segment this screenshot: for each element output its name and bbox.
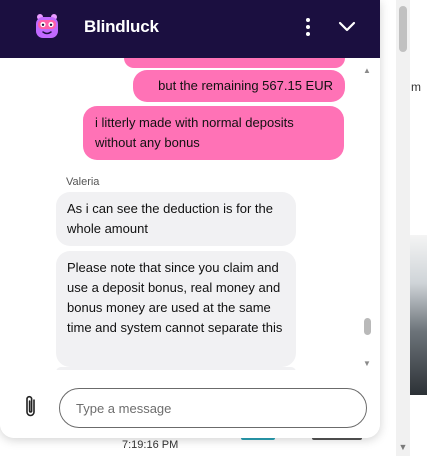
background-text: m bbox=[411, 80, 421, 94]
brand-name: Blindluck bbox=[84, 17, 159, 36]
chat-scroll-down-arrow[interactable]: ▼ bbox=[361, 359, 373, 369]
paperclip-icon[interactable] bbox=[20, 394, 42, 420]
chat-scroll-up-arrow[interactable]: ▲ bbox=[361, 66, 373, 76]
chat-widget: Blindluck but the remaining 567.15 EUR i… bbox=[0, 0, 380, 438]
background-timestamp: 7:19:16 PM bbox=[122, 439, 179, 451]
chat-scrollbar-thumb[interactable] bbox=[364, 318, 371, 335]
page-scrollbar[interactable] bbox=[396, 0, 410, 456]
agent-name: Valeria bbox=[66, 176, 100, 188]
page-scroll-down-arrow[interactable]: ▼ bbox=[397, 440, 409, 454]
more-vertical-icon[interactable] bbox=[298, 14, 318, 40]
chevron-down-icon[interactable] bbox=[334, 15, 360, 39]
background-image bbox=[408, 235, 427, 395]
message-input[interactable] bbox=[59, 388, 367, 428]
chat-header: Blindluck bbox=[0, 0, 380, 58]
blindluck-logo-icon bbox=[36, 14, 58, 38]
message-composer bbox=[0, 370, 380, 438]
user-message: but the remaining 567.15 EUR bbox=[133, 70, 345, 102]
page-scrollbar-thumb[interactable] bbox=[399, 6, 407, 52]
agent-message: As i can see the deduction is for the wh… bbox=[56, 192, 296, 246]
message-list[interactable]: but the remaining 567.15 EUR i litterly … bbox=[0, 58, 380, 370]
user-message: i litterly made with normal deposits wit… bbox=[83, 106, 344, 160]
agent-message: Please note that since you claim and use… bbox=[56, 251, 296, 367]
message-bubble-partial bbox=[124, 58, 345, 68]
